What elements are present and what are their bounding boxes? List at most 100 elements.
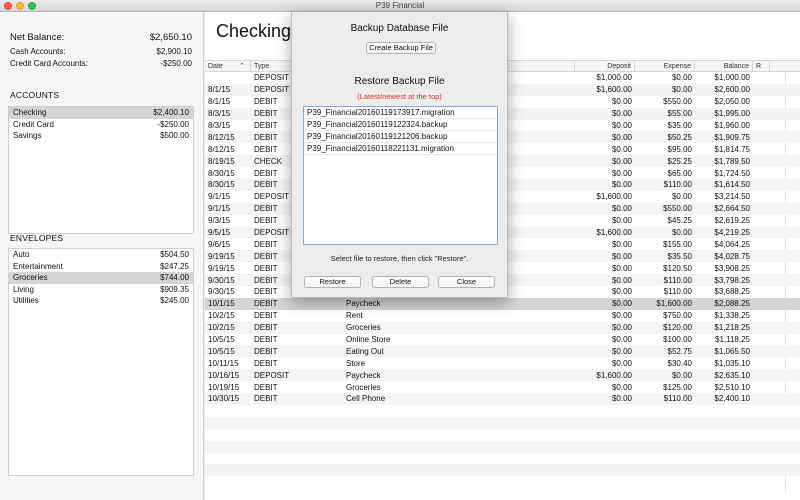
column-header-expense[interactable]: Expense <box>635 61 695 71</box>
account-name: Savings <box>13 131 42 141</box>
cell-expense: $52.75 <box>667 346 692 356</box>
cell-date: 9/30/15 <box>208 275 235 285</box>
cell-expense: $0.00 <box>671 228 692 238</box>
cell-deposit: $0.00 <box>611 358 632 368</box>
cell-description: Paycheck <box>346 299 381 309</box>
cell-expense: $0.00 <box>671 73 692 83</box>
cell-deposit: $1,000.00 <box>596 73 632 83</box>
envelope-balance: $744.00 <box>160 273 189 283</box>
cell-date: 8/3/15 <box>208 121 231 130</box>
cell-expense: $45.25 <box>667 216 692 226</box>
cell-deposit: $0.00 <box>611 144 632 154</box>
cell-date: 8/30/15 <box>208 180 235 190</box>
cell-type: DEBIT <box>254 335 278 345</box>
table-row[interactable]: 10/5/15 DEBIT Online Store $0.00 $100.00 $1,1… <box>205 334 800 346</box>
backup-file-item[interactable]: P39_Financial20160119173917.migration <box>304 107 497 119</box>
column-header-date[interactable]: Date ⌃ <box>205 61 251 71</box>
cell-deposit: $1,600.00 <box>596 192 632 202</box>
cash-accounts-row: Cash Accounts: $2,900.10 <box>10 45 192 57</box>
table-row[interactable]: 10/5/15 DEBIT Eating Out $0.00 $52.75 $1,065.… <box>205 345 800 358</box>
net-balance-row: Net Balance: $2,650.10 <box>10 31 192 43</box>
table-row[interactable]: 10/11/15 DEBIT Store $0.00 $30.40 $1,035.10 <box>205 357 800 369</box>
cell-expense: $95.00 <box>667 144 692 154</box>
backup-file-list[interactable]: P39_Financial20160119173917.migration P3… <box>303 106 498 245</box>
cell-date: 10/5/15 <box>208 346 235 356</box>
cell-expense: $25.25 <box>667 156 692 166</box>
net-balance-label: Net Balance: <box>10 31 65 43</box>
cell-date: 9/3/15 <box>208 216 231 226</box>
table-row[interactable]: 10/1/15 DEBIT Paycheck $0.00 $1,600.00 $2,088… <box>205 297 800 310</box>
cell-expense: $125.00 <box>663 382 692 392</box>
cell-date: 10/5/15 <box>208 335 235 345</box>
cell-date: 9/5/15 <box>208 228 231 238</box>
cell-deposit: $0.00 <box>611 132 632 142</box>
cell-date: 10/30/15 <box>208 394 240 404</box>
empty-row <box>205 464 800 477</box>
table-row[interactable]: 10/2/15 DEBIT Groceries $0.00 $120.00 $1,218.… <box>205 321 800 334</box>
delete-button[interactable]: Delete <box>372 276 429 288</box>
envelopes-list[interactable]: Auto $504.50 Entertainment $247.25 Groce… <box>8 248 194 476</box>
envelope-item-living[interactable]: Living $909.35 <box>9 284 193 296</box>
cell-deposit: $0.00 <box>611 263 632 273</box>
cell-balance: $3,908.25 <box>714 263 750 273</box>
envelope-name: Living <box>13 284 34 294</box>
cell-deposit: $0.00 <box>611 97 632 107</box>
column-header-reconciled[interactable]: R <box>753 61 770 71</box>
credit-card-accounts-label: Credit Card Accounts: <box>10 58 88 68</box>
cell-balance: $1,614.50 <box>714 180 750 190</box>
empty-row <box>205 416 800 429</box>
cell-expense: $35.00 <box>667 121 692 130</box>
envelope-item-entertainment[interactable]: Entertainment $247.25 <box>9 261 193 273</box>
cell-balance: $1,909.75 <box>714 132 750 142</box>
accounts-list[interactable]: Checking $2,400.10 Credit Card -$250.00 … <box>8 106 194 234</box>
cell-type: DEBIT <box>254 299 278 309</box>
backup-file-item[interactable]: P39_Financial20160119122324.backup <box>304 119 497 131</box>
table-empty-rows <box>205 404 800 477</box>
envelopes-heading: ENVELOPES <box>10 233 64 243</box>
cell-balance: $3,688.25 <box>714 287 750 297</box>
account-item-checking[interactable]: Checking $2,400.10 <box>9 107 193 119</box>
cell-date: 10/16/15 <box>208 370 240 380</box>
cell-deposit: $1,600.00 <box>596 85 632 95</box>
empty-row <box>205 404 800 417</box>
backup-file-item[interactable]: P39_Financial20160119121206.backup <box>304 131 497 143</box>
cell-balance: $1,118.25 <box>715 335 750 345</box>
cell-date: 9/19/15 <box>208 263 235 273</box>
account-item-credit-card[interactable]: Credit Card -$250.00 <box>9 119 193 131</box>
cell-type: DEBIT <box>254 382 278 392</box>
cell-date: 8/1/15 <box>208 97 231 107</box>
envelope-name: Groceries <box>13 273 48 283</box>
column-header-balance[interactable]: Balance <box>695 61 753 71</box>
cell-expense: $50.25 <box>667 132 692 142</box>
cell-description: Eating Out <box>346 346 384 356</box>
table-row[interactable]: 10/30/15 DEBIT Cell Phone $0.00 $110.00 $2,40… <box>205 393 800 405</box>
backup-file-item[interactable]: P39_Financial20160118221131.migration <box>304 143 497 155</box>
cell-balance: $4,219.25 <box>714 228 750 238</box>
envelope-item-auto[interactable]: Auto $504.50 <box>9 249 193 261</box>
cell-deposit: $0.00 <box>611 180 632 190</box>
table-row[interactable]: 10/2/15 DEBIT Rent $0.00 $750.00 $1,338.25 <box>205 310 800 322</box>
column-header-deposit[interactable]: Deposit <box>575 61 635 71</box>
cell-expense: $120.00 <box>663 323 692 333</box>
table-row[interactable]: 10/19/15 DEBIT Groceries $0.00 $125.00 $2,510… <box>205 381 800 393</box>
create-backup-button[interactable]: Create Backup File <box>366 42 436 54</box>
cell-date: 9/1/15 <box>208 192 231 202</box>
close-button[interactable]: Close <box>438 276 495 288</box>
cell-description: Rent <box>346 311 363 321</box>
cell-date: 8/19/15 <box>208 156 235 166</box>
cell-balance: $1,789.50 <box>714 156 750 166</box>
cell-deposit: $0.00 <box>611 346 632 356</box>
cell-balance: $2,600.00 <box>714 85 750 95</box>
table-row[interactable]: 10/16/15 DEPOSIT Paycheck $1,600.00 $0.00 $2,… <box>205 369 800 382</box>
envelope-item-utilities[interactable]: Utilities $245.00 <box>9 295 193 307</box>
envelope-item-groceries[interactable]: Groceries $744.00 <box>9 272 193 284</box>
cell-expense: $110.00 <box>663 287 692 297</box>
cell-deposit: $0.00 <box>611 323 632 333</box>
cell-deposit: $0.00 <box>611 216 632 226</box>
cell-expense: $55.00 <box>667 109 692 119</box>
empty-row <box>205 428 800 441</box>
restore-button[interactable]: Restore <box>304 276 361 288</box>
account-item-savings[interactable]: Savings $500.00 <box>9 130 193 142</box>
cell-balance: $1,338.25 <box>714 311 750 321</box>
credit-card-accounts-row: Credit Card Accounts: -$250.00 <box>10 57 192 69</box>
